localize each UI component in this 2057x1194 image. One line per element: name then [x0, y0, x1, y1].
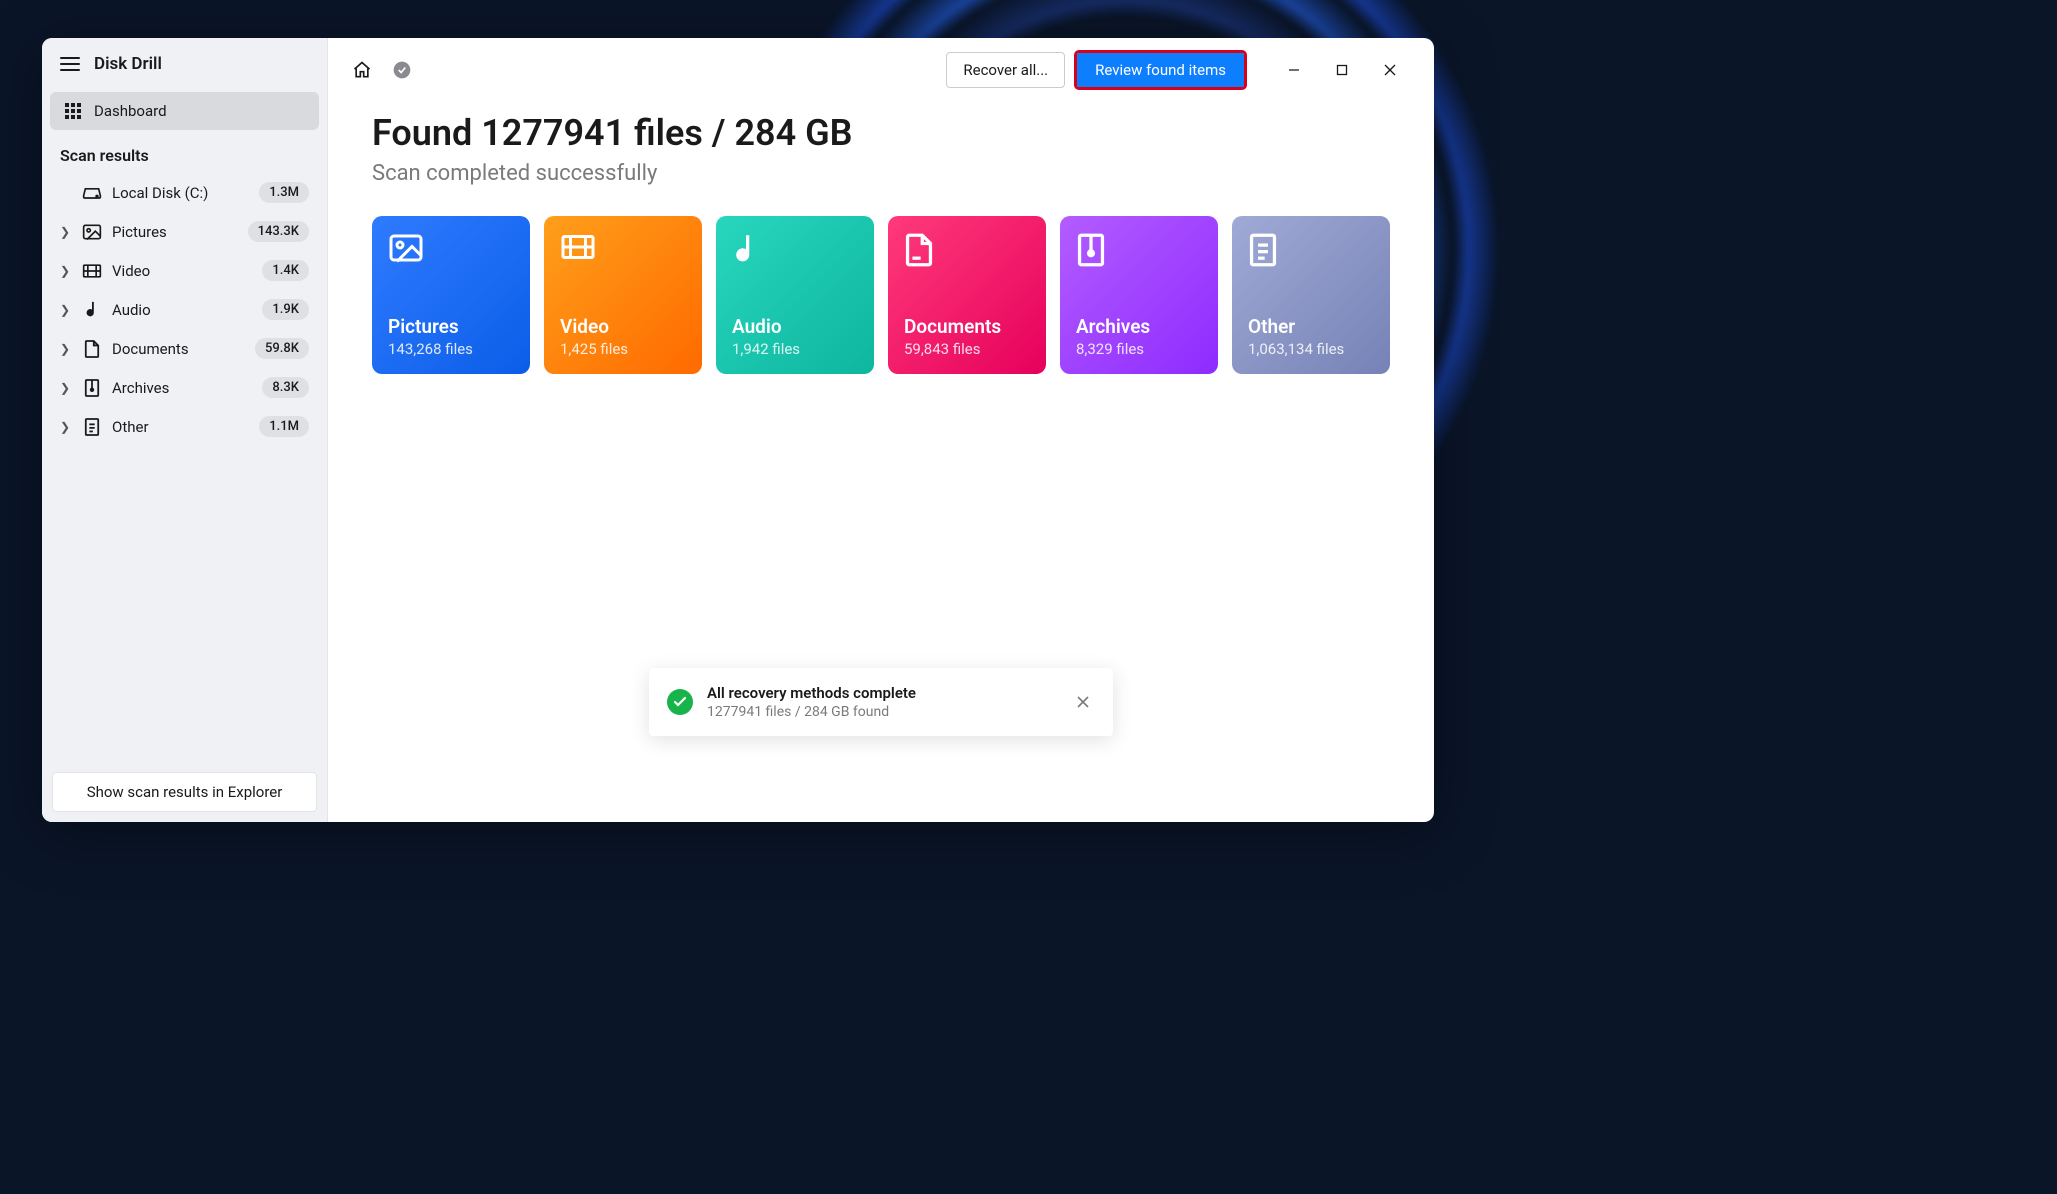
archive-icon	[1076, 232, 1114, 270]
show-in-explorer-button[interactable]: Show scan results in Explorer	[52, 772, 317, 812]
category-card-video[interactable]: Video 1,425 files	[544, 216, 702, 374]
chevron-right-icon: ❯	[60, 303, 72, 317]
subhead: Scan completed successfully	[372, 161, 1390, 186]
count-badge: 1.3M	[259, 182, 309, 203]
toolbar: Recover all... Review found items	[328, 38, 1434, 102]
audio-icon	[732, 232, 770, 270]
app-title: Disk Drill	[94, 54, 162, 74]
tree-item-label: Archives	[112, 379, 252, 397]
card-title: Audio	[732, 315, 858, 338]
archive-icon	[82, 378, 102, 398]
card-subtitle: 1,063,134 files	[1248, 340, 1374, 358]
other-icon	[82, 417, 102, 437]
recover-all-button[interactable]: Recover all...	[946, 52, 1065, 88]
tree-item-archives[interactable]: ❯ Archives 8.3K	[50, 368, 319, 407]
tree-item-label: Other	[112, 418, 249, 436]
tree-item-documents[interactable]: ❯ Documents 59.8K	[50, 329, 319, 368]
headline: Found 1277941 files / 284 GB	[372, 112, 1390, 155]
count-badge: 59.8K	[255, 338, 309, 359]
card-title: Archives	[1076, 315, 1202, 338]
sidebar-item-label: Dashboard	[94, 102, 167, 120]
sidebar-item-dashboard[interactable]: Dashboard	[50, 92, 319, 130]
image-icon	[388, 232, 426, 270]
card-title: Video	[560, 315, 686, 338]
tree-item-local-disk-c-[interactable]: Local Disk (C:) 1.3M	[50, 173, 319, 212]
chevron-right-icon: ❯	[60, 420, 72, 434]
tree-item-other[interactable]: ❯ Other 1.1M	[50, 407, 319, 446]
check-icon	[667, 689, 693, 715]
count-badge: 8.3K	[262, 377, 309, 398]
checkmark-badge-icon[interactable]	[388, 56, 416, 84]
card-subtitle: 1,425 files	[560, 340, 686, 358]
card-title: Other	[1248, 315, 1374, 338]
video-icon	[560, 232, 598, 270]
main-panel: Recover all... Review found items Found …	[328, 38, 1434, 822]
chevron-right-icon: ❯	[60, 225, 72, 239]
category-card-archives[interactable]: Archives 8,329 files	[1060, 216, 1218, 374]
close-toast-icon[interactable]	[1071, 690, 1095, 714]
card-subtitle: 1,942 files	[732, 340, 858, 358]
count-badge: 143.3K	[248, 221, 309, 242]
toast-title: All recovery methods complete	[707, 684, 1057, 702]
card-subtitle: 59,843 files	[904, 340, 1030, 358]
tree-item-video[interactable]: ❯ Video 1.4K	[50, 251, 319, 290]
card-title: Documents	[904, 315, 1030, 338]
video-icon	[82, 261, 102, 281]
tree-item-label: Pictures	[112, 223, 238, 241]
sidebar: Disk Drill Dashboard Scan results Local …	[42, 38, 328, 822]
card-title: Pictures	[388, 315, 514, 338]
count-badge: 1.4K	[262, 260, 309, 281]
category-card-other[interactable]: Other 1,063,134 files	[1232, 216, 1390, 374]
chevron-right-icon: ❯	[60, 264, 72, 278]
tree-item-label: Documents	[112, 340, 245, 358]
category-card-documents[interactable]: Documents 59,843 files	[888, 216, 1046, 374]
review-found-items-button[interactable]: Review found items	[1077, 53, 1244, 87]
sidebar-section-title: Scan results	[42, 136, 327, 173]
tree-item-label: Video	[112, 262, 252, 280]
home-icon[interactable]	[348, 56, 376, 84]
count-badge: 1.1M	[259, 416, 309, 437]
tree-item-pictures[interactable]: ❯ Pictures 143.3K	[50, 212, 319, 251]
menu-icon[interactable]	[60, 57, 80, 71]
category-card-pictures[interactable]: Pictures 143,268 files	[372, 216, 530, 374]
doc-icon	[904, 232, 942, 270]
toast-subtitle: 1277941 files / 284 GB found	[707, 704, 1057, 720]
sidebar-header: Disk Drill	[42, 38, 327, 86]
grid-icon	[64, 102, 82, 120]
close-icon[interactable]	[1366, 53, 1414, 87]
chevron-right-icon: ❯	[60, 381, 72, 395]
count-badge: 1.9K	[262, 299, 309, 320]
hdd-icon	[82, 183, 102, 203]
image-icon	[82, 222, 102, 242]
sidebar-tree: Local Disk (C:) 1.3M ❯ Pictures 143.3K ❯ Video…	[42, 173, 327, 446]
category-cards: Pictures 143,268 files Video 1,425 files Aud…	[372, 216, 1390, 374]
tree-item-audio[interactable]: ❯ Audio 1.9K	[50, 290, 319, 329]
tree-item-label: Audio	[112, 301, 252, 319]
card-subtitle: 8,329 files	[1076, 340, 1202, 358]
chevron-right-icon: ❯	[60, 342, 72, 356]
maximize-icon[interactable]	[1318, 53, 1366, 87]
minimize-icon[interactable]	[1270, 53, 1318, 87]
content: Found 1277941 files / 284 GB Scan comple…	[328, 102, 1434, 394]
tree-item-label: Local Disk (C:)	[112, 184, 249, 202]
category-card-audio[interactable]: Audio 1,942 files	[716, 216, 874, 374]
app-window: Disk Drill Dashboard Scan results Local …	[42, 38, 1434, 822]
card-subtitle: 143,268 files	[388, 340, 514, 358]
audio-icon	[82, 300, 102, 320]
toast-notification: All recovery methods complete 1277941 fi…	[649, 668, 1113, 736]
other-icon	[1248, 232, 1286, 270]
doc-icon	[82, 339, 102, 359]
